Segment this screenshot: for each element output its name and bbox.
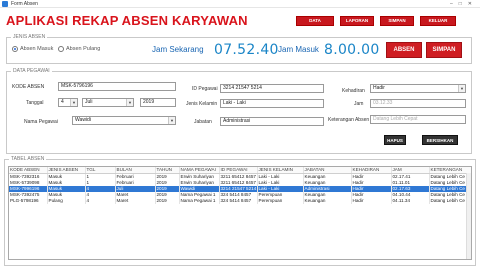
window-titlebar: Form Absen –□✕ (0, 0, 480, 8)
radio-absen-pulang-label: Absen Pulang (66, 46, 101, 52)
table-cell: 4 (85, 198, 116, 204)
radio-absen-pulang[interactable]: Absen Pulang (58, 46, 100, 52)
table-cell: Maret (115, 198, 156, 204)
table-row[interactable]: PLG-5798196 Pulang 4 Maret 2019 Nama Pegawai … (9, 198, 471, 204)
table-cell: Keuangan (303, 198, 352, 204)
radio-absen-masuk-label: Absen Masuk (20, 46, 54, 52)
keterangan-absen-field[interactable]: Datang Lebih Cepat (370, 115, 466, 124)
jam-field[interactable]: 03.12.33 (370, 99, 466, 108)
jam-masuk-label: Jam Masuk (278, 45, 319, 54)
jam-masuk-value: 8.00.00 (324, 42, 380, 58)
jam-sekarang-label: Jam Sekarang (152, 45, 204, 54)
chevron-down-icon: ▼ (126, 99, 133, 106)
chevron-down-icon: ▼ (168, 117, 175, 124)
nama-pegawai-value: Wawidi (75, 117, 91, 123)
table-cell: 04.11.34 (391, 198, 430, 204)
tanggal-month-value: Juli (85, 99, 93, 105)
hapus-button[interactable]: HAPUS (384, 135, 406, 145)
jabatan-field[interactable]: Administrasi (220, 117, 324, 126)
id-pegawai-label: ID Pegawai (192, 86, 218, 92)
data-pegawai-legend: DATA PEGAWAI (13, 68, 50, 74)
tanggal-year-field[interactable]: 2019 (140, 98, 176, 107)
nav-data-karyawan-button[interactable]: DATA KARYAWAN (296, 16, 334, 31)
table-cell: Hadir (351, 198, 392, 204)
kehadiran-select[interactable]: Hadir ▼ (370, 84, 466, 93)
radio-selected-icon (12, 46, 18, 52)
table-cell: 2019 (155, 198, 180, 204)
table-cell: Pulang (47, 198, 86, 204)
kehadiran-label: Kehadiran (342, 88, 365, 94)
nav-keluar-button[interactable]: KELUAR (420, 16, 456, 26)
jenis-absen-legend: JENIS ABSEN (13, 34, 46, 40)
kode-absen-field[interactable]: MSK-5796196 (58, 82, 176, 91)
chevron-down-icon: ▼ (458, 85, 465, 92)
keterangan-absen-label: Keterangan Absen (328, 117, 370, 123)
tanggal-month-select[interactable]: Juli ▼ (82, 98, 134, 107)
jabatan-label: Jabatan (194, 119, 212, 125)
window-title: Form Absen (11, 1, 38, 7)
jenis-kelamin-label: Jenis Kelamin (186, 101, 218, 107)
simpan-button[interactable]: SIMPAN (426, 42, 462, 58)
jam-label: Jam (354, 101, 364, 107)
table-cell: PLG-5798196 (9, 198, 48, 204)
tanggal-day-select[interactable]: 4 ▼ (58, 98, 78, 107)
nav-simpan-button[interactable]: SIMPAN (380, 16, 414, 26)
radio-unselected-icon (58, 46, 64, 52)
table-cell: Nama Pegawai 1 (179, 198, 220, 204)
tanggal-day-value: 4 (61, 99, 64, 105)
app-icon (2, 1, 8, 7)
id-pegawai-field[interactable]: 3214 21547 5214 (220, 84, 324, 93)
window-controls[interactable]: –□✕ (450, 0, 478, 8)
radio-absen-masuk[interactable]: Absen Masuk (12, 46, 53, 52)
tabel-absen-legend: TABEL ABSEN (11, 156, 45, 162)
table-cell: Perempuan (257, 198, 304, 204)
chevron-down-icon: ▼ (70, 99, 77, 106)
jam-sekarang-value: 07.52.40 (214, 42, 279, 58)
table-vertical-scrollbar[interactable] (466, 173, 471, 259)
jenis-kelamin-field[interactable]: Laki - Laki (220, 99, 324, 108)
nav-laporan-button[interactable]: LAPORAN (340, 16, 374, 26)
absen-table[interactable]: KODE ABSEN JENIS ABSEN TGL BULAN TAHUN NAMA P… (8, 166, 472, 260)
nama-pegawai-select[interactable]: Wawidi ▼ (72, 116, 176, 125)
bersihkan-button[interactable]: BERSIHKAN (422, 135, 458, 145)
nama-pegawai-label: Nama Pegawai (24, 119, 58, 125)
tanggal-label: Tanggal (26, 100, 44, 106)
app-title: APLIKASI REKAP ABSEN KARYAWAN (6, 13, 248, 28)
table-cell: 324 5414 8457 (219, 198, 258, 204)
absen-button[interactable]: ABSEN (386, 42, 422, 58)
kehadiran-value: Hadir (373, 85, 385, 91)
kode-absen-label: KODE ABSEN (12, 84, 45, 90)
column-header[interactable]: NAMA PEGAWAI (179, 167, 220, 174)
